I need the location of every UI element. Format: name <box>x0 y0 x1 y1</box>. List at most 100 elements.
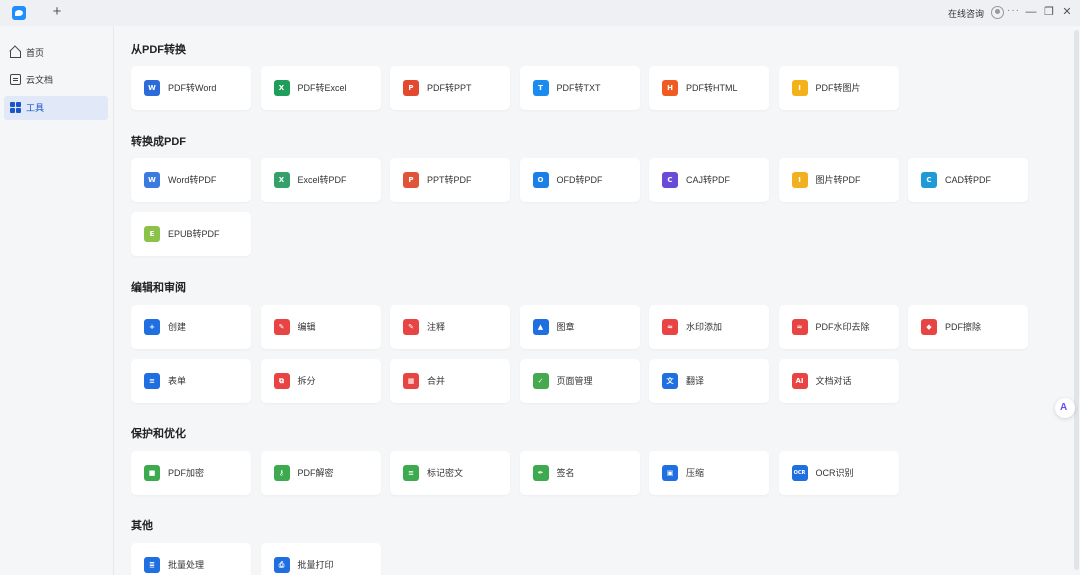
sidebar-item-cloud-docs[interactable]: 云文档 <box>4 68 108 92</box>
tool-label: PDF转Word <box>168 83 217 93</box>
tool-card[interactable]: O OFD转PDF <box>519 158 640 202</box>
tool-label: EPUB转PDF <box>168 229 220 239</box>
tool-card[interactable]: ✓ 页面管理 <box>519 359 640 403</box>
tool-card[interactable]: ⎙ 批量打印 <box>260 543 381 575</box>
section-title-from-pdf: 从PDF转换 <box>131 44 186 56</box>
tool-card[interactable]: ≈ PDF水印去除 <box>778 305 899 349</box>
tool-card[interactable]: C CAJ转PDF <box>649 158 769 202</box>
tool-icon: ✒ <box>532 465 549 481</box>
tool-icon: O <box>532 170 553 188</box>
sidebar-item-label: 云文档 <box>26 75 54 85</box>
tool-card[interactable]: P PDF转PPT <box>390 66 510 110</box>
tool-icon: ⎙ <box>273 557 290 573</box>
tool-icon: H <box>662 78 682 96</box>
tool-card[interactable]: E EPUB转PDF <box>131 212 251 256</box>
close-icon[interactable]: ✕ <box>1060 5 1074 19</box>
tool-card[interactable]: P PPT转PDF <box>390 158 510 202</box>
tool-card[interactable]: ⧉ 拆分 <box>260 359 381 403</box>
tool-card[interactable]: I 图片转PDF <box>778 158 899 202</box>
tool-label: 翻译 <box>686 376 705 386</box>
tool-card[interactable]: OCR OCR识别 <box>778 451 899 495</box>
tool-icon: C <box>662 170 682 188</box>
new-tab-button[interactable]: + <box>50 4 64 20</box>
tool-card[interactable]: ✎ 编辑 <box>260 305 381 349</box>
tool-card[interactable]: ▲ 图章 <box>519 305 640 349</box>
section-title-protect: 保护和优化 <box>131 428 186 440</box>
tool-icon: ▦ <box>403 373 419 389</box>
cloud-doc-icon <box>10 74 21 85</box>
tool-icon: ≡ <box>403 465 419 481</box>
scrollbar-thumb[interactable] <box>1074 30 1079 570</box>
tool-icon: ≡ <box>144 373 160 389</box>
tool-card[interactable]: I PDF转图片 <box>778 66 899 110</box>
tool-icon: P <box>403 170 423 188</box>
tool-card[interactable]: ▦ 合并 <box>390 359 510 403</box>
tool-icon: ✎ <box>403 319 419 335</box>
tools-panel: 从PDF转换 W PDF转Word X PDF转Excel P PDF转PPT T PDF转T… <box>114 26 1080 575</box>
tool-card[interactable]: ≡ 表单 <box>131 359 251 403</box>
tool-icon: ◆ <box>921 319 937 335</box>
tool-card[interactable]: ✒ 签名 <box>519 451 640 495</box>
tool-card[interactable]: ◆ PDF擦除 <box>908 305 1028 349</box>
tool-card[interactable]: C CAD转PDF <box>908 158 1028 202</box>
ai-assistant-button[interactable]: A <box>1055 398 1075 418</box>
tool-card[interactable]: + 创建 <box>131 305 251 349</box>
tool-label: 注释 <box>427 322 446 332</box>
tool-card[interactable]: 文翻译 <box>649 359 769 403</box>
tool-icon: ≣ <box>144 557 160 573</box>
user-avatar-icon[interactable] <box>991 6 1004 19</box>
tool-label: PDF加密 <box>168 468 205 478</box>
tool-icon: W <box>144 170 164 188</box>
tool-label: 拆分 <box>297 376 316 386</box>
tool-icon: ▣ <box>662 465 678 481</box>
more-menu-icon[interactable]: ··· <box>1007 5 1020 16</box>
tool-label: 图章 <box>556 322 575 332</box>
sidebar-item-label: 工具 <box>26 103 45 113</box>
tool-label: PDF解密 <box>297 468 334 478</box>
tool-label: Word转PDF <box>168 175 217 185</box>
tool-icon: X <box>273 170 294 188</box>
tool-label: PDF转HTML <box>686 83 738 93</box>
tool-card[interactable]: W Word转PDF <box>131 158 251 202</box>
tool-card[interactable]: ≡ 标记密文 <box>390 451 510 495</box>
sidebar-item-tools[interactable]: 工具 <box>4 96 108 120</box>
minimize-icon[interactable]: — <box>1024 5 1038 19</box>
tool-label: 文档对话 <box>815 376 852 386</box>
tool-card[interactable]: ▣ 压缩 <box>649 451 769 495</box>
tool-card[interactable]: ≈ 水印添加 <box>649 305 769 349</box>
sidebar-item-home[interactable]: 首页 <box>4 41 108 65</box>
section-title-other: 其他 <box>131 520 153 532</box>
tool-card[interactable]: T PDF转TXT <box>519 66 640 110</box>
tool-icon: E <box>144 224 164 242</box>
tool-label: 批量处理 <box>168 560 205 570</box>
tool-card[interactable]: H PDF转HTML <box>649 66 769 110</box>
restore-icon[interactable]: ❐ <box>1042 5 1056 19</box>
tool-card[interactable]: W PDF转Word <box>131 66 251 110</box>
tool-icon: ▲ <box>532 319 549 335</box>
tool-label: PDF转Excel <box>297 83 347 93</box>
tool-card[interactable]: ✎ 注释 <box>390 305 510 349</box>
tool-label: Excel转PDF <box>297 175 347 185</box>
tool-icon: OCR <box>791 465 808 481</box>
tool-label: PDF转PPT <box>427 83 472 93</box>
tool-card[interactable]: X PDF转Excel <box>260 66 381 110</box>
tool-icon: I <box>791 78 812 96</box>
tool-card[interactable]: ≣ 批量处理 <box>131 543 251 575</box>
tool-label: CAJ转PDF <box>686 175 731 185</box>
tool-card[interactable]: AI 文档对话 <box>778 359 899 403</box>
tool-card[interactable]: ⚷ PDF解密 <box>260 451 381 495</box>
app-logo-icon[interactable] <box>12 6 26 20</box>
tool-label: PDF转TXT <box>556 83 601 93</box>
tool-icon: ⚷ <box>273 465 290 481</box>
scrollbar[interactable] <box>1073 26 1079 574</box>
tool-icon: ≈ <box>791 319 808 335</box>
tool-icon: I <box>791 170 812 188</box>
tool-icon: T <box>532 78 553 96</box>
tool-label: 压缩 <box>686 468 705 478</box>
tool-card[interactable]: X Excel转PDF <box>260 158 381 202</box>
tool-label: 页面管理 <box>556 376 593 386</box>
section-title-edit-review: 编辑和审阅 <box>131 282 186 294</box>
online-consult-link[interactable]: 在线咨询 <box>948 7 984 20</box>
tool-card[interactable]: ■ PDF加密 <box>131 451 251 495</box>
tool-icon: ≈ <box>662 319 678 335</box>
